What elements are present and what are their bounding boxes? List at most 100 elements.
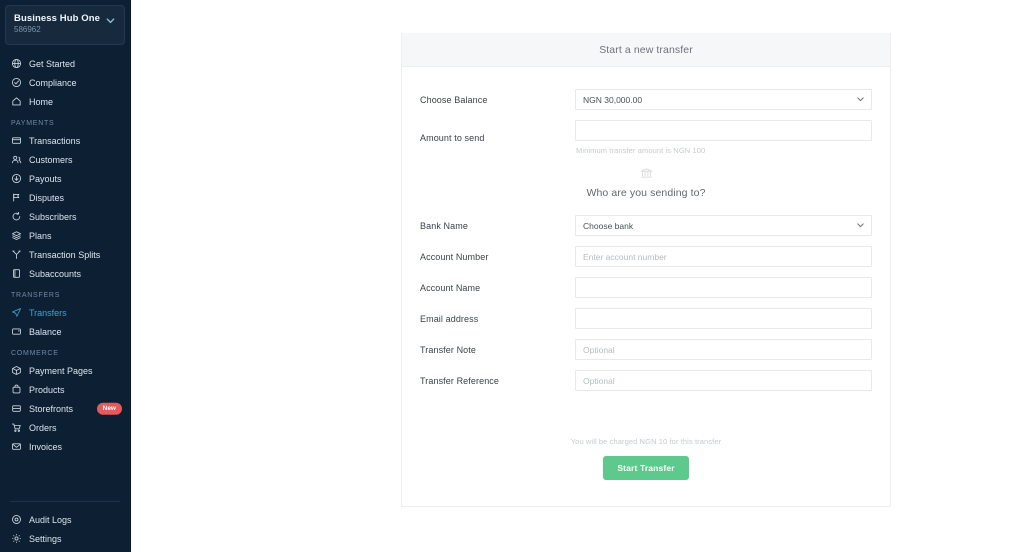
sidebar-item-label: Payouts <box>29 173 62 185</box>
transfer-note-input[interactable] <box>575 339 872 360</box>
card-icon <box>11 135 22 146</box>
sidebar-item-subscribers[interactable]: Subscribers <box>0 207 130 226</box>
divider-icon-row <box>420 167 872 180</box>
home-icon <box>11 96 22 107</box>
transfer-reference-label: Transfer Reference <box>420 376 575 386</box>
sidebar-item-label: Audit Logs <box>29 514 72 526</box>
globe-icon <box>11 58 22 69</box>
sidebar-item-label: Storefronts <box>29 403 73 415</box>
sidebar-item-label: Payment Pages <box>29 365 93 377</box>
sidebar-section-payments-title: PAYMENTS <box>0 111 130 131</box>
recipient-heading: Who are you sending to? <box>420 187 872 199</box>
sidebar-item-get-started[interactable]: Get Started <box>0 54 130 73</box>
main-content: Start a new transfer Choose Balance NGN … <box>131 0 1024 552</box>
bank-icon <box>640 167 653 180</box>
transfer-reference-input[interactable] <box>575 370 872 391</box>
sidebar-item-home[interactable]: Home <box>0 92 130 111</box>
sidebar-section-commerce-title: COMMERCE <box>0 341 130 361</box>
sidebar-item-label: Disputes <box>29 192 64 204</box>
workspace-text: Business Hub One 586962 <box>14 13 100 35</box>
sidebar-item-label: Settings <box>29 533 62 545</box>
field-row-transfer-reference: Transfer Reference <box>420 370 872 391</box>
charge-note: You will be charged NGN 10 for this tran… <box>420 437 872 446</box>
sidebar-item-transaction-splits[interactable]: Transaction Splits <box>0 245 130 264</box>
sidebar-item-label: Plans <box>29 230 52 242</box>
amount-input[interactable] <box>575 120 872 141</box>
book-icon <box>11 268 22 279</box>
bag-icon <box>11 384 22 395</box>
sidebar-item-label: Transaction Splits <box>29 249 100 261</box>
workspace-id: 586962 <box>14 25 100 35</box>
split-icon <box>11 249 22 260</box>
sidebar-item-storefronts[interactable]: Storefronts New <box>0 399 130 418</box>
sidebar-item-balance[interactable]: Balance <box>0 322 130 341</box>
transfer-reference-control <box>575 370 872 391</box>
chevron-down-icon[interactable] <box>105 15 116 29</box>
sidebar-item-label: Customers <box>29 154 73 166</box>
sidebar-item-subaccounts[interactable]: Subaccounts <box>0 264 130 283</box>
app-root: Business Hub One 586962 Get Started Comp… <box>0 0 1024 552</box>
sidebar-item-payouts[interactable]: Payouts <box>0 169 130 188</box>
sidebar-item-label: Compliance <box>29 77 77 89</box>
sidebar-nav: Get Started Compliance Home PAYMENTS <box>0 45 130 456</box>
field-row-email: Email address <box>420 308 872 329</box>
sidebar-divider <box>10 501 120 502</box>
gear-icon <box>11 533 22 544</box>
transfer-card-body: Choose Balance NGN 30,000.00 Amount to s… <box>402 67 890 506</box>
choose-balance-label: Choose Balance <box>420 95 575 105</box>
sidebar-item-audit-logs[interactable]: Audit Logs <box>0 510 130 529</box>
users-icon <box>11 154 22 165</box>
sidebar-item-products[interactable]: Products <box>0 380 130 399</box>
start-transfer-button[interactable]: Start Transfer <box>603 456 688 480</box>
send-icon <box>11 307 22 318</box>
sidebar-item-transactions[interactable]: Transactions <box>0 131 130 150</box>
arrow-down-circle-icon <box>11 173 22 184</box>
sidebar-item-payment-pages[interactable]: Payment Pages <box>0 361 130 380</box>
status-badge-new: New <box>97 402 122 415</box>
cart-icon <box>11 422 22 433</box>
sidebar-item-label: Transfers <box>29 307 67 319</box>
sidebar-item-label: Get Started <box>29 58 75 70</box>
layers-icon <box>11 230 22 241</box>
account-name-input[interactable] <box>575 277 872 298</box>
sidebar-item-label: Balance <box>29 326 62 338</box>
workspace-switcher[interactable]: Business Hub One 586962 <box>5 5 125 45</box>
sidebar-item-label: Products <box>29 384 65 396</box>
transfer-card-header: Start a new transfer <box>402 33 890 67</box>
sidebar-item-disputes[interactable]: Disputes <box>0 188 130 207</box>
field-row-amount: Amount to send Minimum transfer amount i… <box>420 120 872 155</box>
email-control <box>575 308 872 329</box>
sidebar-item-settings[interactable]: Settings <box>0 529 130 548</box>
field-row-account-number: Account Number <box>420 246 872 267</box>
sidebar-item-orders[interactable]: Orders <box>0 418 130 437</box>
page-title: Start a new transfer <box>599 44 693 56</box>
amount-label: Amount to send <box>420 133 575 143</box>
sidebar-item-transfers[interactable]: Transfers <box>0 303 130 322</box>
sidebar-item-label: Invoices <box>29 441 62 453</box>
bank-name-select[interactable]: Choose bank <box>575 215 872 236</box>
amount-help-text: Minimum transfer amount is NGN 100 <box>575 146 872 155</box>
sidebar: Business Hub One 586962 Get Started Comp… <box>0 0 131 552</box>
sidebar-item-plans[interactable]: Plans <box>0 226 130 245</box>
field-row-account-name: Account Name <box>420 277 872 298</box>
account-number-input[interactable] <box>575 246 872 267</box>
target-icon <box>11 514 22 525</box>
transfer-footer: You will be charged NGN 10 for this tran… <box>420 401 872 500</box>
account-name-control <box>575 277 872 298</box>
bank-name-control: Choose bank <box>575 215 872 236</box>
sidebar-item-label: Home <box>29 96 53 108</box>
transfer-note-control <box>575 339 872 360</box>
sidebar-item-customers[interactable]: Customers <box>0 150 130 169</box>
email-field[interactable] <box>575 308 872 329</box>
sidebar-item-invoices[interactable]: Invoices <box>0 437 130 456</box>
choose-balance-select[interactable]: NGN 30,000.00 <box>575 89 872 110</box>
sidebar-bottom-nav: Audit Logs Settings <box>0 489 130 552</box>
transfer-note-label: Transfer Note <box>420 345 575 355</box>
sidebar-item-label: Orders <box>29 422 57 434</box>
mail-icon <box>11 441 22 452</box>
sidebar-item-label: Subaccounts <box>29 268 81 280</box>
email-label: Email address <box>420 314 575 324</box>
flag-icon <box>11 192 22 203</box>
sidebar-item-label: Transactions <box>29 135 80 147</box>
sidebar-item-compliance[interactable]: Compliance <box>0 73 130 92</box>
